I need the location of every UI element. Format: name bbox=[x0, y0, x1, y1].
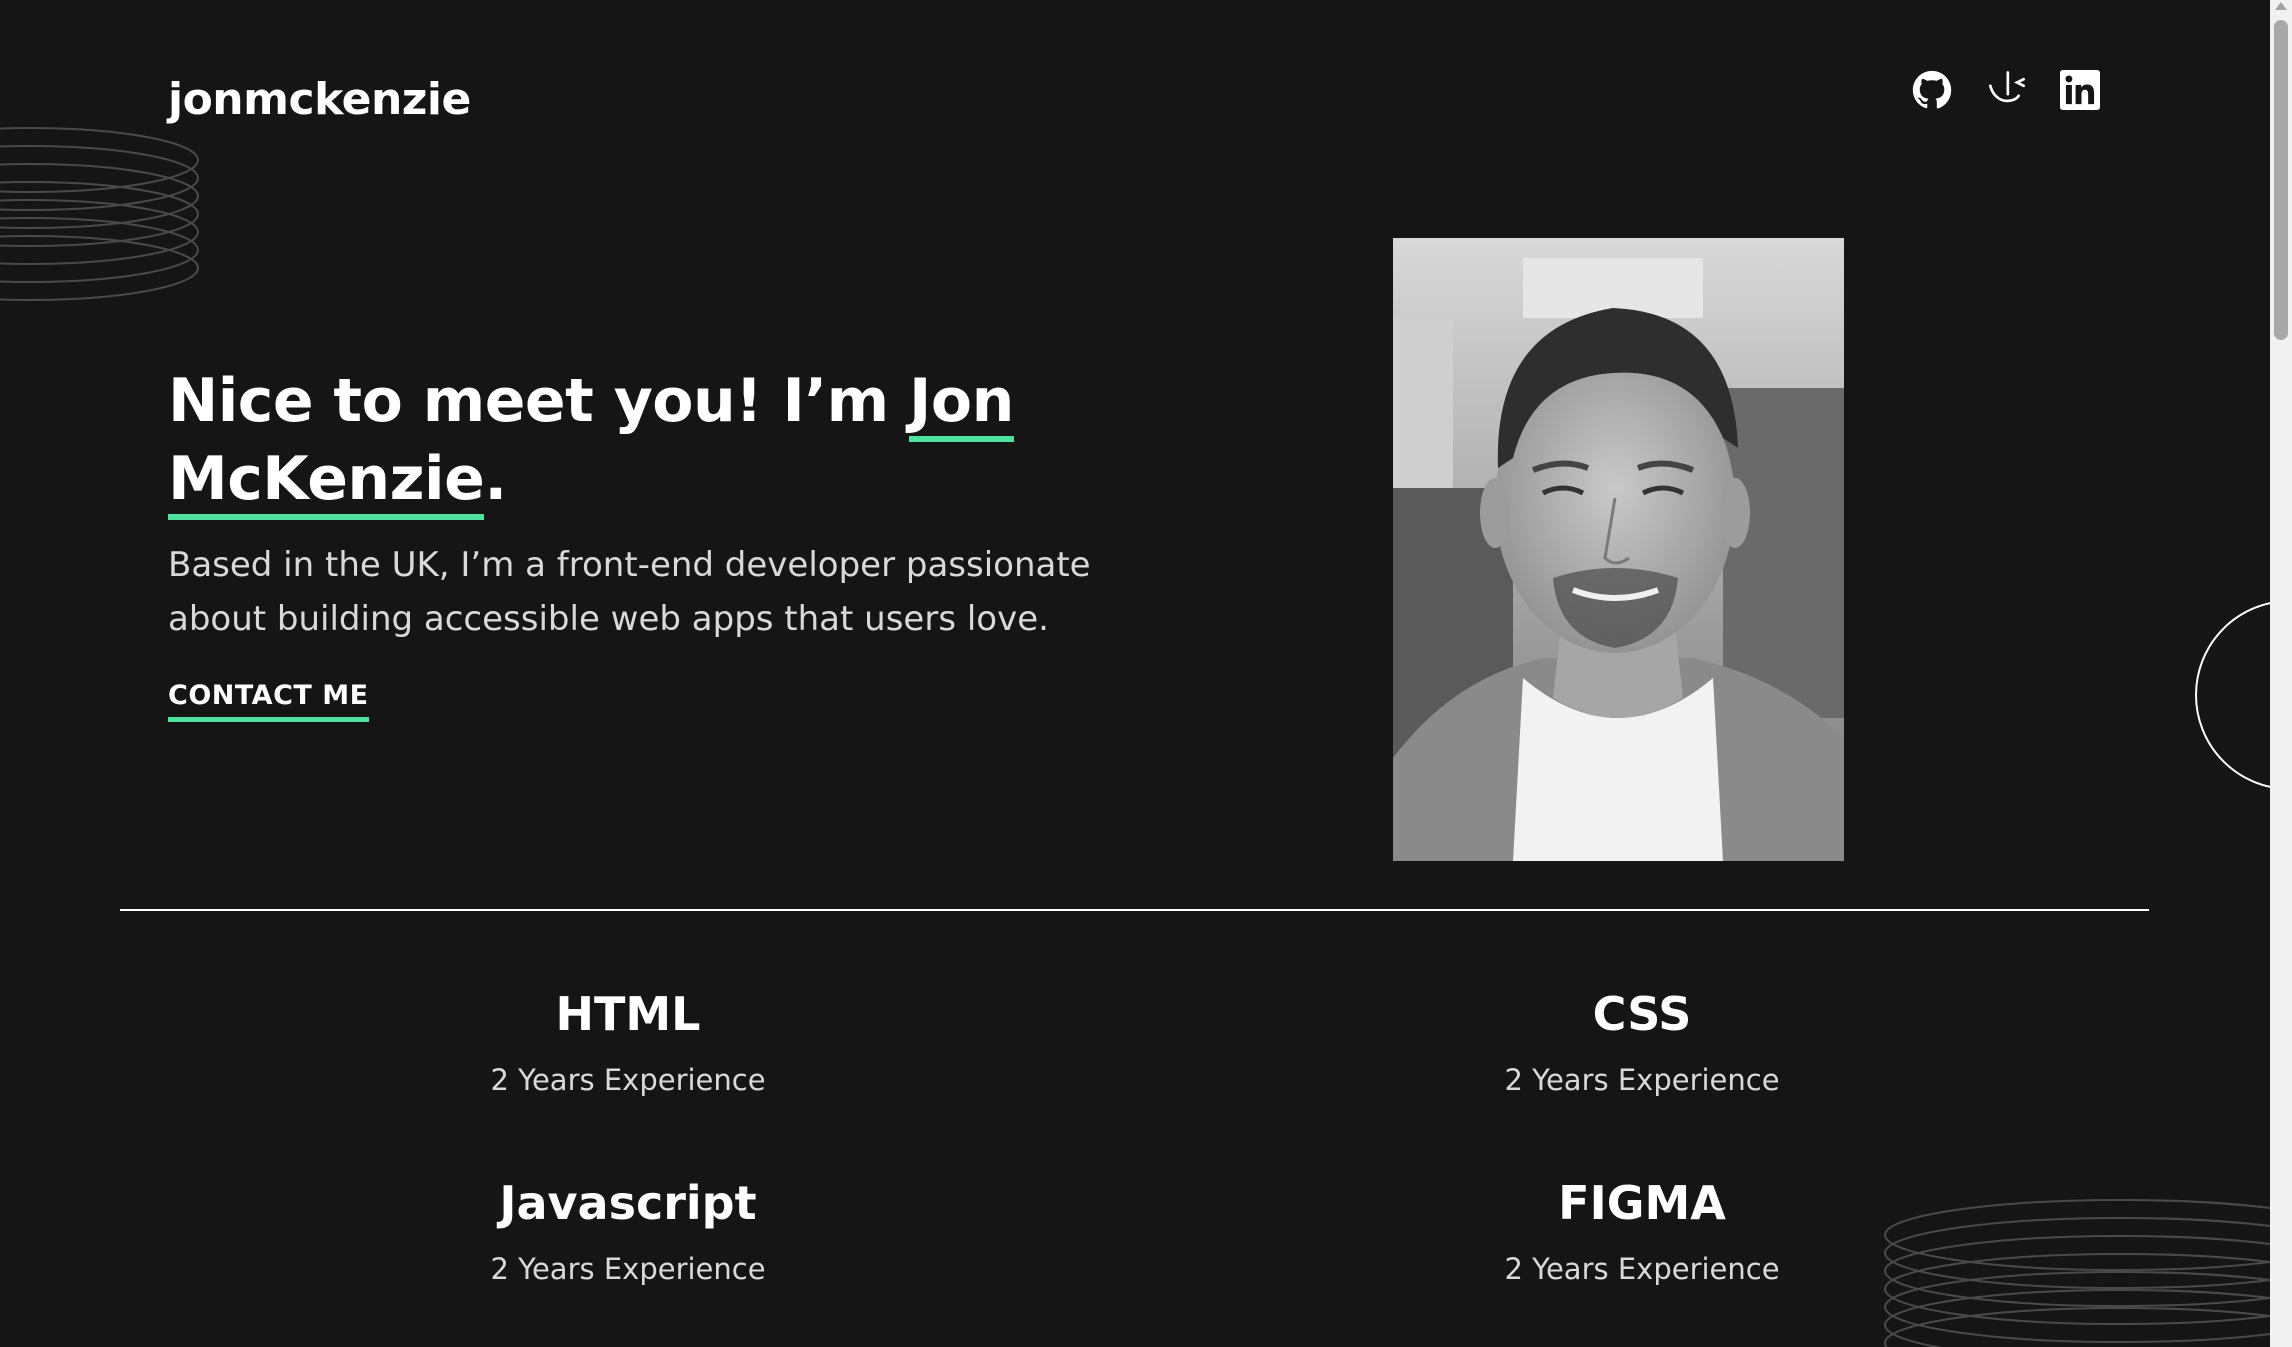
github-icon bbox=[1912, 70, 1952, 109]
github-link[interactable] bbox=[1910, 68, 1954, 112]
skill-experience: 2 Years Experience bbox=[490, 1252, 766, 1286]
skill-experience: 2 Years Experience bbox=[1504, 1252, 1780, 1286]
section-divider bbox=[120, 909, 2149, 911]
skill-figma: FIGMA 2 Years Experience bbox=[1342, 1175, 1942, 1287]
portrait-illustration bbox=[1393, 238, 1844, 861]
frontend-mentor-icon bbox=[1989, 71, 2025, 103]
profile-photo bbox=[1393, 238, 1844, 861]
scrollbar-thumb[interactable] bbox=[2274, 20, 2288, 340]
skill-experience: 2 Years Experience bbox=[490, 1063, 766, 1097]
portfolio-page: jonmckenzie Nice to meet you! I’m Jon McK… bbox=[0, 0, 2270, 1347]
skill-experience: 2 Years Experience bbox=[1504, 1063, 1780, 1097]
headline-prefix: Nice to meet you! I’m bbox=[168, 366, 910, 436]
hero-headline: Nice to meet you! I’m Jon McKenzie. bbox=[168, 362, 1068, 520]
linkedin-link[interactable] bbox=[2058, 68, 2102, 112]
rings-pattern-left bbox=[0, 127, 199, 301]
contact-me-button[interactable]: CONTACT ME bbox=[168, 680, 369, 722]
vertical-scrollbar[interactable] bbox=[2270, 0, 2292, 1347]
frontend-mentor-link[interactable] bbox=[1985, 68, 2029, 112]
skill-name: Javascript bbox=[499, 1176, 757, 1230]
site-logo[interactable]: jonmckenzie bbox=[168, 74, 471, 125]
skill-name: FIGMA bbox=[1558, 1176, 1726, 1230]
headline-name-first: Jon bbox=[909, 366, 1014, 442]
circle-decoration bbox=[2195, 600, 2270, 790]
hero-intro: Based in the UK, I’m a front-end develop… bbox=[168, 545, 1091, 639]
scroll-up-arrow-icon[interactable] bbox=[2275, 2, 2287, 10]
skill-name: HTML bbox=[555, 987, 701, 1041]
headline-name-last: McKenzie bbox=[168, 444, 485, 520]
skill-html: HTML 2 Years Experience bbox=[328, 986, 928, 1098]
skill-name: CSS bbox=[1592, 987, 1692, 1041]
linkedin-icon bbox=[2060, 70, 2100, 110]
headline-suffix: . bbox=[484, 444, 507, 514]
skill-css: CSS 2 Years Experience bbox=[1342, 986, 1942, 1098]
skill-javascript: Javascript 2 Years Experience bbox=[328, 1175, 928, 1287]
